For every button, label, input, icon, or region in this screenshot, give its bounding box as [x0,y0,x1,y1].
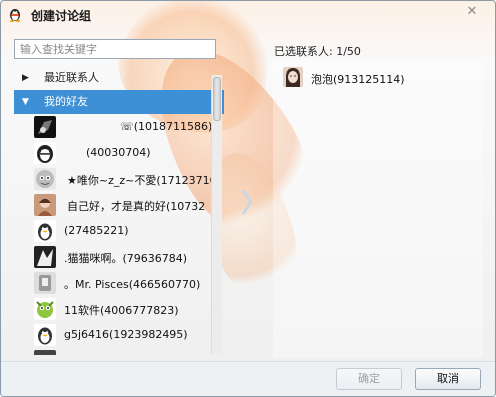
window-title: 创建讨论组 [31,9,92,23]
contact-name: g5j6416(1923982495) [64,328,188,341]
contact-item[interactable]: ☏(1018711586) [14,114,224,140]
contact-name: 11软件(4006777823) [64,304,179,317]
contact-item[interactable]: .猫猫咪啊。(79636784) [14,244,224,270]
contact-item[interactable]: 自己好，才是真的好(10732 [14,192,224,218]
title-bar[interactable]: 创建讨论组 ✕ [1,1,495,29]
confirm-button[interactable]: 确定 [336,368,402,390]
selected-contact-name: 泡泡(913125114) [311,73,405,86]
contact-item[interactable] [14,348,224,355]
create-discussion-group-window: 创建讨论组 ✕ ▶ 最近联系人 ▼ 我的好友 ☏(1018711586) (40… [0,0,496,397]
expand-arrow-icon: ▶ [22,73,29,83]
avatar [34,116,56,138]
avatar [34,350,56,355]
contact-name: (40030704) [86,146,151,159]
close-button[interactable]: ✕ [463,4,481,20]
selected-count-label: 已选联系人: 1/50 [274,45,361,58]
contact-name: ★唯你~z_z~不愛(17123710 [67,174,217,187]
avatar [34,168,56,190]
contact-tree: ▶ 最近联系人 ▼ 我的好友 ☏(1018711586) (40030704) … [14,66,224,355]
group-my-friends[interactable]: ▼ 我的好友 [14,90,224,114]
avatar [34,298,56,320]
contact-item[interactable]: 。Mr. Pisces(466560770) [14,270,224,296]
search-input[interactable] [14,39,216,59]
collapse-arrow-icon: ▼ [22,97,29,107]
avatar [34,220,56,242]
avatar [34,272,56,294]
group-label: 我的好友 [44,95,88,108]
avatar [34,194,56,216]
selected-contacts-panel: 泡泡(913125114) [273,60,483,358]
contact-item[interactable]: g5j6416(1923982495) [14,322,224,348]
group-label: 最近联系人 [44,71,99,84]
cancel-button[interactable]: 取消 [415,368,481,390]
avatar [34,246,56,268]
contact-name: 。Mr. Pisces(466560770) [64,278,201,291]
contact-item[interactable]: ★唯你~z_z~不愛(17123710 [14,166,224,192]
contact-item[interactable]: (40030704) [14,140,224,166]
contact-name: 自己好，才是真的好(10732 [67,200,206,213]
chevron-right-icon: 〉 [241,189,268,219]
contact-item[interactable]: (27485221) [14,218,224,244]
group-recent-contacts[interactable]: ▶ 最近联系人 [14,66,224,90]
contact-name: .猫猫咪啊。(79636784) [64,252,188,265]
contact-item[interactable]: 11软件(4006777823) [14,296,224,322]
avatar [283,67,303,87]
qq-penguin-icon [10,9,20,22]
avatar [34,324,56,346]
contact-name: ☏(1018711586) [120,120,213,133]
scrollbar-thumb[interactable] [213,77,221,121]
avatar [34,142,56,164]
contact-name: (27485221) [64,224,129,237]
contact-list-scrollbar[interactable] [211,75,222,355]
